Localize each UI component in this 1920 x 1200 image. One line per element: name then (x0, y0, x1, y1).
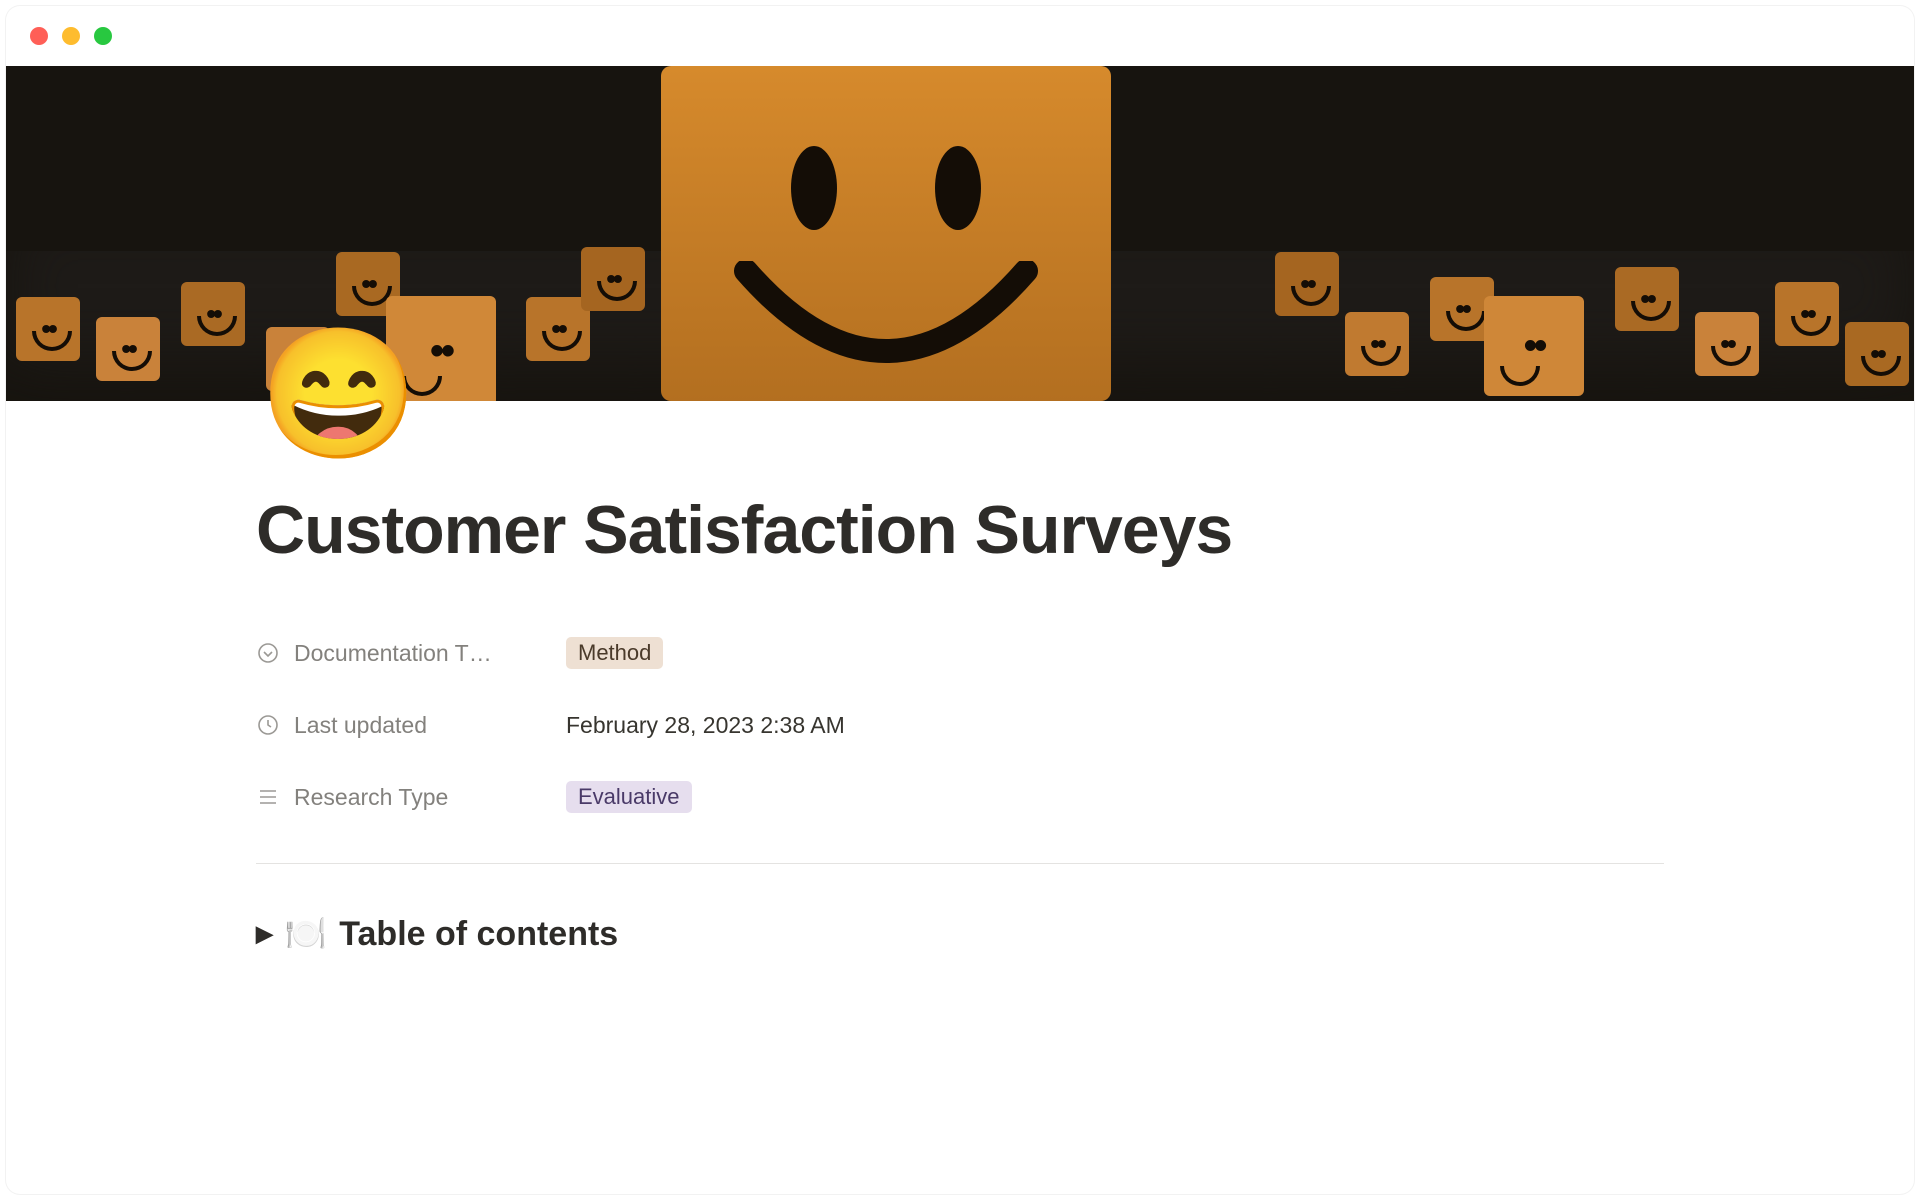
tag-method[interactable]: Method (566, 637, 663, 669)
select-icon (256, 641, 280, 665)
property-value[interactable]: Evaluative (566, 781, 692, 813)
property-label[interactable]: Last updated (256, 712, 566, 739)
toc-heading-text: Table of contents (339, 915, 618, 954)
property-label-text: Last updated (294, 712, 427, 739)
property-row-last-updated: Last updated February 28, 2023 2:38 AM (256, 689, 1664, 761)
window-zoom-icon[interactable] (94, 27, 112, 45)
property-label[interactable]: Documentation T… (256, 640, 566, 667)
cover-main-smiley (661, 66, 1111, 401)
property-label-text: Research Type (294, 784, 448, 811)
property-row-research-type: Research Type Evaluative (256, 761, 1664, 833)
window-minimize-icon[interactable] (62, 27, 80, 45)
tag-evaluative[interactable]: Evaluative (566, 781, 692, 813)
page-title[interactable]: Customer Satisfaction Surveys (256, 491, 1664, 569)
multiselect-icon (256, 785, 280, 809)
toc-toggle-heading[interactable]: ▶ 🍽️ Table of contents (256, 914, 1664, 954)
property-value-datetime[interactable]: February 28, 2023 2:38 AM (566, 712, 845, 739)
window-close-icon[interactable] (30, 27, 48, 45)
property-value[interactable]: Method (566, 637, 663, 669)
toc-emoji-icon: 🍽️ (285, 914, 327, 954)
property-label[interactable]: Research Type (256, 784, 566, 811)
clock-icon (256, 713, 280, 737)
property-row-documentation-type: Documentation T… Method (256, 617, 1664, 689)
divider (256, 863, 1664, 864)
toggle-triangle-icon[interactable]: ▶ (256, 921, 273, 947)
window-titlebar (6, 6, 1914, 66)
property-label-text: Documentation T… (294, 640, 492, 667)
